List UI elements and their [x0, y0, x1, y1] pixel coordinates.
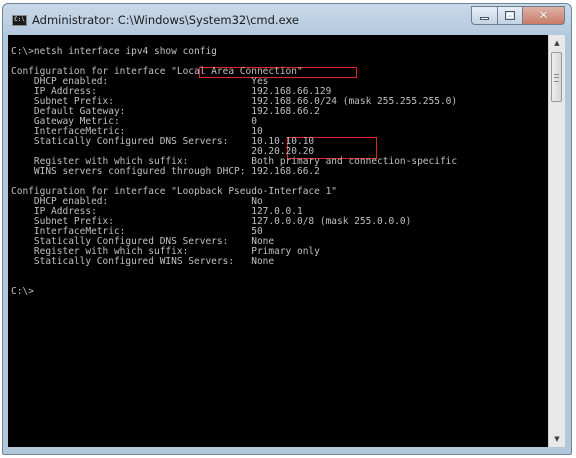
- console-line: C:\>netsh interface ipv4 show config: [11, 46, 217, 57]
- console-line: C:\>: [11, 286, 34, 297]
- cmd-window: C:\ Administrator: C:\Windows\System32\c…: [2, 3, 572, 455]
- caption-buttons: ✕: [471, 6, 565, 25]
- grip-icon: [554, 74, 559, 82]
- console-icon-label: C:\: [14, 16, 25, 23]
- console-line: WINS servers configured through DHCP: 19…: [11, 166, 320, 177]
- vertical-scrollbar[interactable]: ▲ ▼: [548, 35, 565, 447]
- close-button[interactable]: ✕: [522, 6, 565, 25]
- scroll-down-icon[interactable]: ▼: [549, 431, 565, 447]
- minimize-icon: [480, 17, 489, 20]
- close-icon: ✕: [538, 8, 549, 22]
- scroll-thumb[interactable]: [551, 52, 562, 102]
- window-title: Administrator: C:\Windows\System32\cmd.e…: [32, 13, 299, 27]
- minimize-button[interactable]: [471, 6, 497, 25]
- scroll-up-icon[interactable]: ▲: [549, 35, 565, 51]
- maximize-icon: [505, 11, 515, 20]
- console-output[interactable]: C:\>netsh interface ipv4 show config Conf…: [8, 35, 548, 447]
- maximize-button[interactable]: [497, 6, 522, 25]
- console-line: Statically Configured WINS Servers: None: [11, 256, 275, 267]
- console-icon[interactable]: C:\: [12, 15, 27, 26]
- title-bar[interactable]: C:\ Administrator: C:\Windows\System32\c…: [3, 4, 571, 36]
